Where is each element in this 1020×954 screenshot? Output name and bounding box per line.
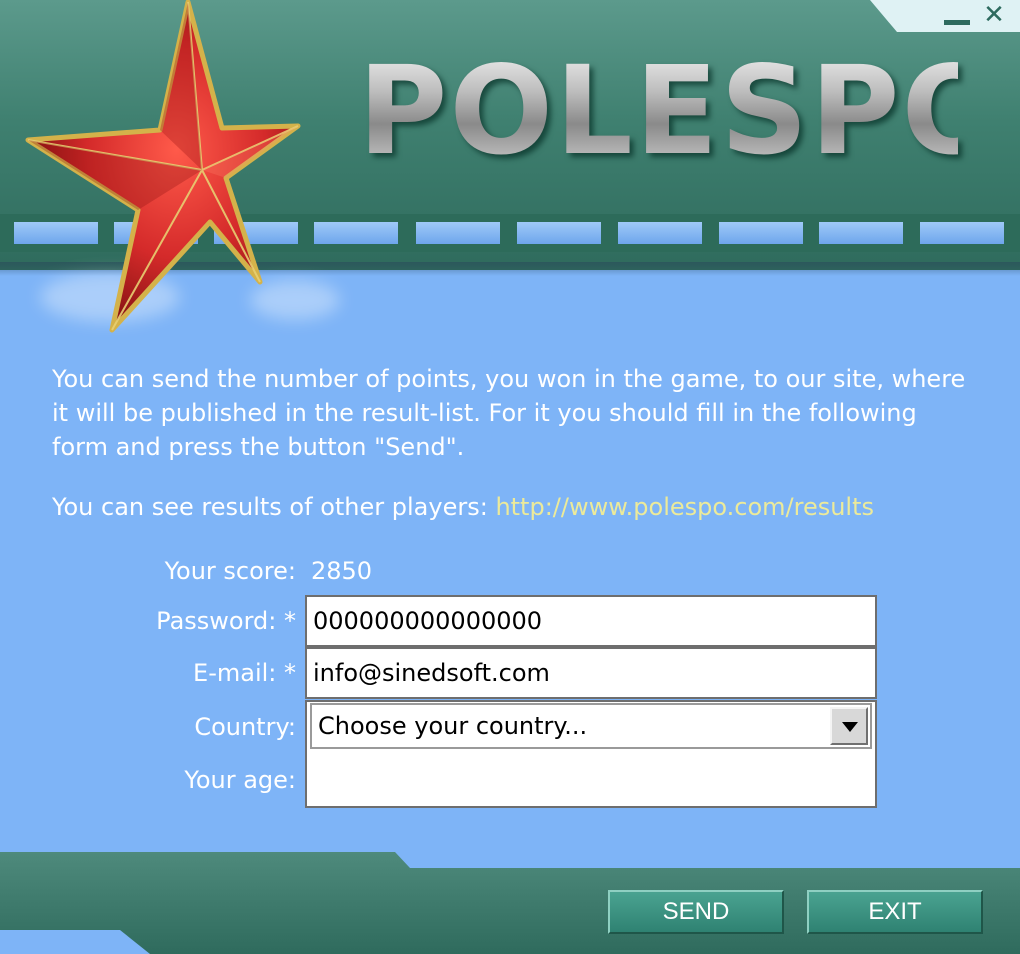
results-link[interactable]: http://www.polespo.com/results xyxy=(495,493,874,521)
close-button[interactable]: ✕ xyxy=(980,2,1008,28)
chevron-down-icon xyxy=(842,722,858,732)
minimize-icon xyxy=(944,20,970,25)
score-label: Your score: xyxy=(164,557,296,585)
stripe-segment xyxy=(314,222,398,244)
password-label: Password: * xyxy=(156,607,296,635)
country-select[interactable]: Choose your country... xyxy=(310,703,872,749)
results-prefix: You can see results of other players: xyxy=(52,493,496,521)
stripe-segment xyxy=(920,222,1004,244)
age-label: Your age: xyxy=(184,766,296,794)
stripe-segment xyxy=(819,222,903,244)
stripe-segment xyxy=(618,222,702,244)
red-star-icon xyxy=(25,0,301,333)
country-label: Country: xyxy=(194,713,296,741)
country-selected-value: Choose your country... xyxy=(318,712,588,740)
score-value: 2850 xyxy=(311,557,373,585)
results-line: You can see results of other players: ht… xyxy=(52,490,982,524)
intro-text: You can send the number of points, you w… xyxy=(52,365,966,461)
email-label: E-mail: * xyxy=(193,659,296,687)
exit-button[interactable]: EXIT xyxy=(807,890,983,934)
country-dropdown-button[interactable] xyxy=(830,707,868,745)
password-field[interactable]: 000000000000000 xyxy=(305,595,877,647)
close-icon: ✕ xyxy=(983,0,1005,30)
app-logo-text: POLESPO xyxy=(358,40,1008,182)
email-field[interactable]: info@sinedsoft.com xyxy=(305,647,877,699)
stripe-segment xyxy=(517,222,601,244)
send-button[interactable]: SEND xyxy=(608,890,784,934)
stripe-segment xyxy=(719,222,803,244)
minimize-button[interactable] xyxy=(944,2,972,28)
stripe-segment xyxy=(416,222,500,244)
age-field[interactable] xyxy=(305,752,877,808)
